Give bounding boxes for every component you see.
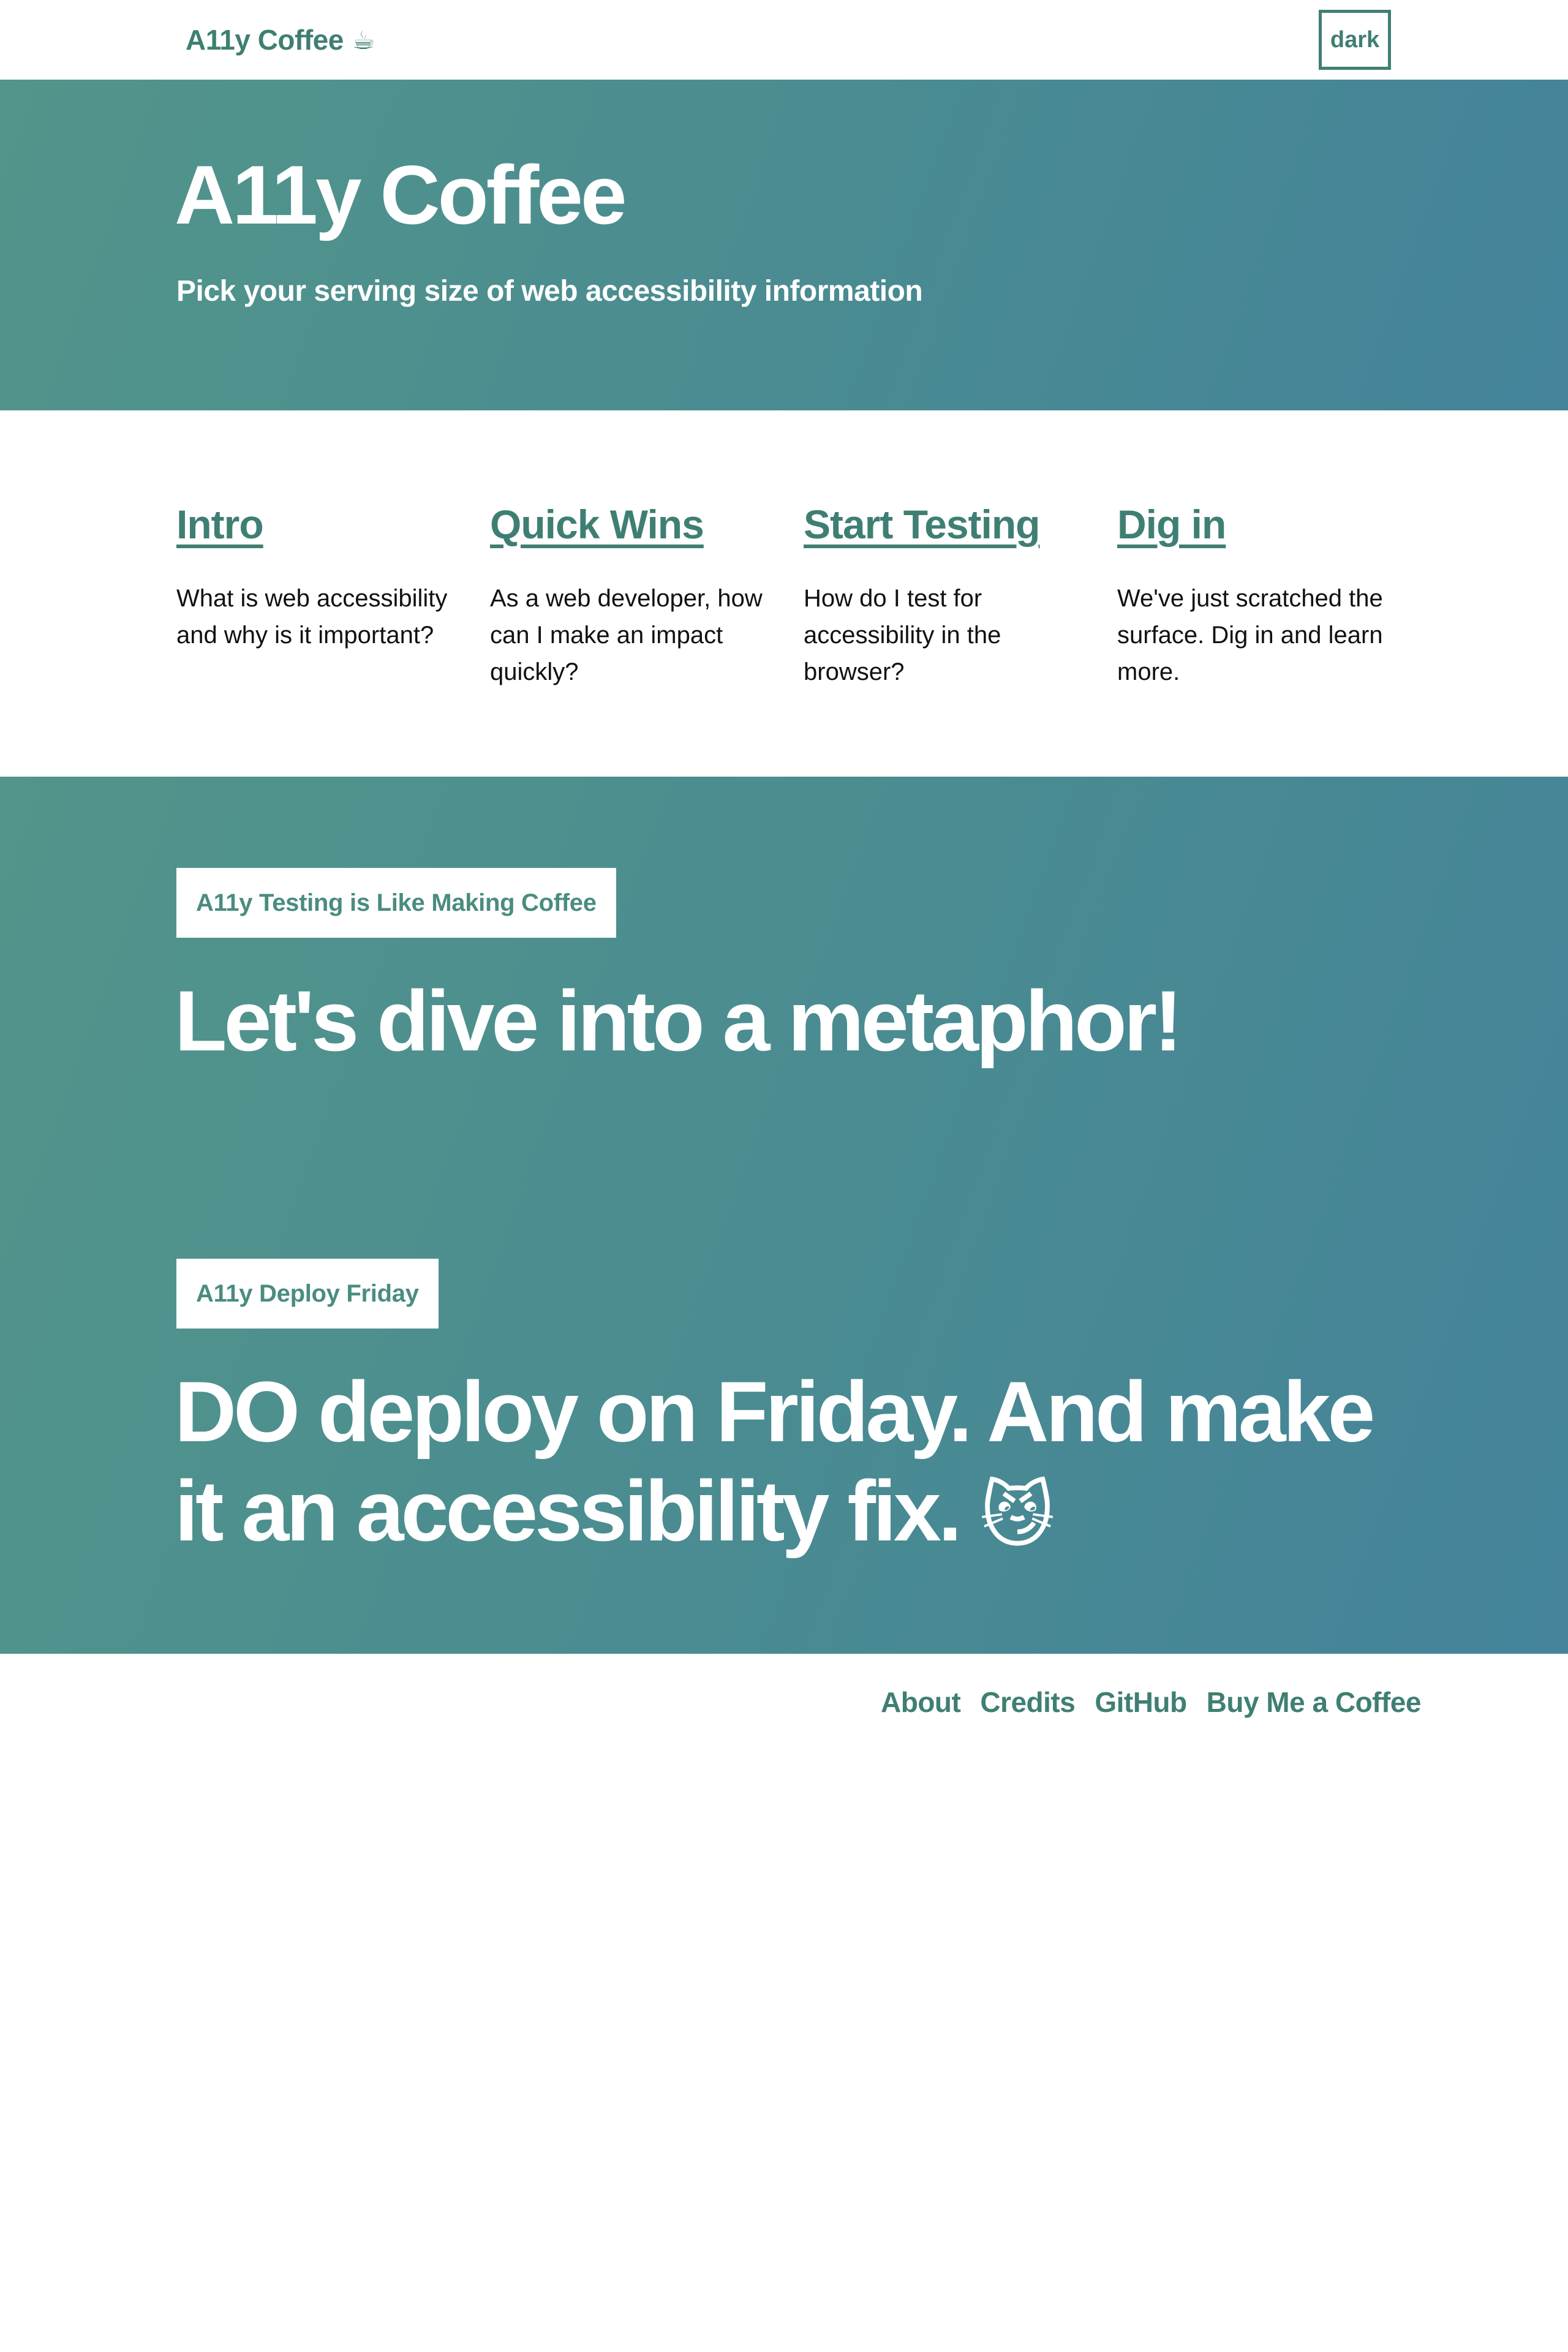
- serving-card-quick-wins: Quick Wins As a web developer, how can I…: [490, 502, 772, 690]
- footer-link-credits[interactable]: Credits: [980, 1686, 1075, 1719]
- footer-link-about[interactable]: About: [881, 1686, 961, 1719]
- intro-description: What is web accessibility and why is it …: [176, 584, 448, 649]
- quick-wins-description: As a web developer, how can I make an im…: [490, 584, 763, 685]
- smirking-cat-icon: 😼: [979, 1476, 1055, 1556]
- deploy-friday-heading: DO deploy on Friday. And make it an acce…: [175, 1362, 1400, 1566]
- serving-options: Intro What is web accessibility and why …: [0, 410, 1568, 777]
- coffee-cup-icon: ☕: [352, 25, 375, 55]
- hero-section: A11y Coffee Pick your serving size of we…: [0, 80, 1568, 410]
- site-footer: About Credits GitHub Buy Me a Coffee: [0, 1654, 1568, 1752]
- start-testing-description: How do I test for accessibility in the b…: [804, 584, 1001, 685]
- dark-mode-toggle-button[interactable]: dark: [1319, 10, 1391, 70]
- dig-in-link[interactable]: Dig in: [1117, 502, 1399, 547]
- footer-link-github[interactable]: GitHub: [1095, 1686, 1187, 1719]
- intro-link[interactable]: Intro: [176, 502, 458, 547]
- serving-card-intro: Intro What is web accessibility and why …: [176, 502, 458, 654]
- deploy-friday-text: DO deploy on Friday. And make it an acce…: [175, 1363, 1375, 1559]
- serving-card-start-testing: Start Testing How do I test for accessib…: [804, 502, 1085, 690]
- site-header: A11y Coffee ☕ dark: [0, 0, 1568, 80]
- serving-card-dig-in: Dig in We've just scratched the surface.…: [1117, 502, 1399, 690]
- metaphor-section: A11y Testing is Like Making Coffee Let's…: [0, 777, 1568, 1654]
- deploy-friday-tag: A11y Deploy Friday: [176, 1259, 439, 1329]
- quick-wins-link[interactable]: Quick Wins: [490, 502, 772, 547]
- footer-nav: About Credits GitHub Buy Me a Coffee: [881, 1686, 1421, 1719]
- page-subtitle: Pick your serving size of web accessibil…: [176, 275, 923, 307]
- footer-link-buy-me-a-coffee[interactable]: Buy Me a Coffee: [1207, 1686, 1422, 1719]
- metaphor-tag: A11y Testing is Like Making Coffee: [176, 868, 616, 938]
- brand-name: A11y Coffee: [186, 24, 344, 56]
- page-title: A11y Coffee: [175, 148, 627, 241]
- brand-link[interactable]: A11y Coffee ☕: [186, 18, 375, 61]
- start-testing-link[interactable]: Start Testing: [804, 502, 1085, 547]
- metaphor-heading: Let's dive into a metaphor!: [175, 973, 1183, 1069]
- dig-in-description: We've just scratched the surface. Dig in…: [1117, 584, 1383, 685]
